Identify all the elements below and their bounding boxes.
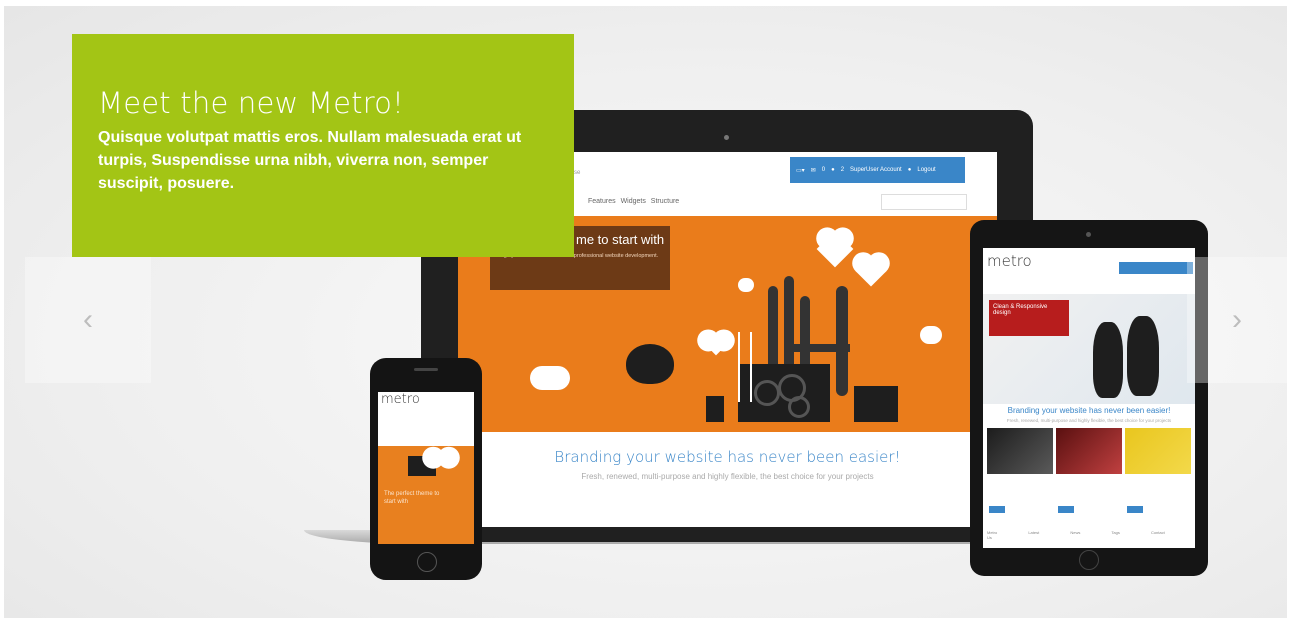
slider-prev-button[interactable]: ‹ xyxy=(25,257,151,383)
hero-title: me to start with xyxy=(576,232,665,247)
phone-device: metro The perfect theme to start with xyxy=(370,358,482,580)
site-menu: Features Widgets Structure xyxy=(588,198,680,205)
tablet-topbar xyxy=(1119,262,1193,274)
thumbnail xyxy=(987,428,1053,474)
tablet-logo: metro xyxy=(987,252,1032,270)
phone-logo: metro xyxy=(381,392,420,407)
heart-icon xyxy=(433,449,449,465)
pipe xyxy=(768,286,778,376)
site-search xyxy=(881,194,967,210)
camera-dot xyxy=(1086,232,1091,237)
tablet-hero: Clean & Responsive design xyxy=(983,294,1195,404)
mail-icon: ✉ xyxy=(810,167,816,174)
pipe xyxy=(784,276,794,376)
bird xyxy=(626,344,674,384)
branding-subtext: Fresh, renewed, multi-purpose and highly… xyxy=(581,472,874,481)
tablet-branding-subtext: Fresh, renewed, multi-purpose and highly… xyxy=(1006,418,1172,423)
phone-hero: The perfect theme to start with xyxy=(378,446,474,544)
cloud-icon xyxy=(530,366,570,390)
speaker xyxy=(414,368,438,371)
ladder xyxy=(738,332,740,402)
gear-icon xyxy=(788,396,810,418)
runner xyxy=(1127,316,1159,396)
phone-screen: metro The perfect theme to start with xyxy=(378,392,474,544)
tablet-hero-box: Clean & Responsive design xyxy=(989,300,1069,336)
site-topbar: ▭▾ ✉ 0 ● 2 SuperUser Account ● Logout xyxy=(790,157,965,183)
avatar: ● xyxy=(907,167,912,173)
bell-count: 2 xyxy=(840,167,845,173)
tablet-device: metro Clean & Responsive design Branding… xyxy=(970,220,1208,576)
phone-hero-text: The perfect theme to start with xyxy=(384,491,440,505)
cloud-icon xyxy=(920,326,942,344)
ladder xyxy=(750,332,752,402)
chevron-left-icon: ‹ xyxy=(83,303,93,336)
heart-icon xyxy=(855,255,887,287)
heart-icon xyxy=(816,230,854,268)
machine xyxy=(854,386,898,422)
home-button xyxy=(1079,550,1099,570)
gear-icon xyxy=(754,380,780,406)
camera-dot xyxy=(724,135,729,140)
robot xyxy=(706,396,724,422)
flag-icon: ▭▾ xyxy=(796,167,805,174)
mail-count: 0 xyxy=(821,167,826,173)
chevron-right-icon: › xyxy=(1232,303,1242,336)
cloud-icon xyxy=(738,278,754,292)
caption-text: Quisque volutpat mattis eros. Nullam mal… xyxy=(98,129,522,192)
heart-icon xyxy=(704,332,728,356)
caption-title: Meet the new Metro! xyxy=(98,86,404,120)
home-button xyxy=(417,552,437,572)
pipe xyxy=(836,286,848,396)
account-name: SuperUser Account xyxy=(850,167,902,173)
slide-caption: Meet the new Metro! Quisque volutpat mat… xyxy=(72,34,574,257)
tablet-screen: metro Clean & Responsive design Branding… xyxy=(983,248,1195,548)
tablet-footer: Metro Latest News Tags Contact Us xyxy=(987,530,1165,540)
hero-slider: Meet the new Metro! Quisque volutpat mat… xyxy=(4,6,1287,618)
read-more-button xyxy=(989,506,1005,513)
branding-headline: Branding your website has never been eas… xyxy=(554,448,901,466)
bell-icon: ● xyxy=(831,167,835,173)
read-more-button xyxy=(1127,506,1143,513)
pipe xyxy=(794,344,850,352)
tablet-branding: Branding your website has never been eas… xyxy=(1007,406,1171,415)
slider-next-button[interactable]: › xyxy=(1187,257,1287,383)
thumbnail xyxy=(1056,428,1122,474)
thumbnail xyxy=(1125,428,1191,474)
runner xyxy=(1093,322,1123,398)
logout-link: Logout xyxy=(917,167,936,173)
read-more-button xyxy=(1058,506,1074,513)
